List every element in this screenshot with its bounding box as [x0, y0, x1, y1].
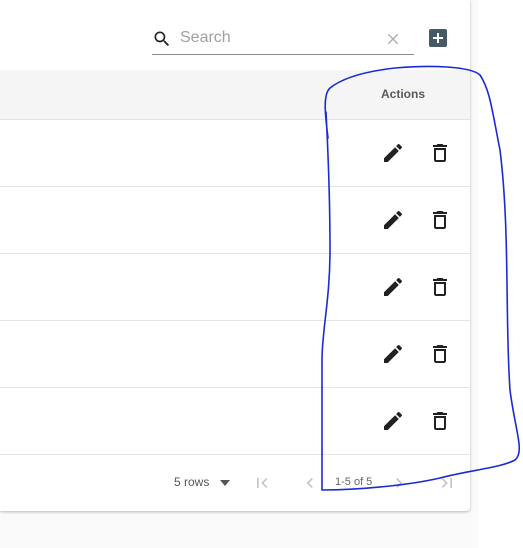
- delete-button[interactable]: [428, 208, 452, 232]
- search-field: [152, 24, 414, 55]
- edit-button[interactable]: [381, 342, 405, 366]
- chevron-right-icon[interactable]: [389, 473, 409, 493]
- table-pagination: 5 rows 1-5 of 5: [0, 456, 470, 511]
- edit-button[interactable]: [381, 275, 405, 299]
- page: Actions: [0, 0, 523, 548]
- delete-button[interactable]: [428, 342, 452, 366]
- table-toolbar: [0, 0, 470, 70]
- delete-button[interactable]: [428, 141, 452, 165]
- delete-button[interactable]: [428, 409, 452, 433]
- table-row: [0, 187, 470, 254]
- add-button[interactable]: [426, 26, 450, 50]
- last-page-icon[interactable]: [437, 473, 457, 493]
- first-page-icon[interactable]: [252, 473, 272, 493]
- edit-button[interactable]: [381, 208, 405, 232]
- rows-per-page-select[interactable]: 5 rows: [174, 475, 209, 489]
- edit-button[interactable]: [381, 409, 405, 433]
- actions-column-header: Actions: [380, 87, 425, 101]
- delete-button[interactable]: [428, 275, 452, 299]
- table-row: [0, 321, 470, 388]
- table-row: [0, 120, 470, 187]
- data-table-card: Actions: [0, 0, 470, 511]
- page-info: 1-5 of 5: [335, 476, 373, 488]
- search-input[interactable]: [180, 26, 380, 50]
- chevron-left-icon[interactable]: [300, 473, 320, 493]
- table-header-row: Actions: [0, 70, 470, 120]
- search-icon: [154, 31, 170, 47]
- caret-down-icon[interactable]: [218, 478, 232, 488]
- edit-button[interactable]: [381, 141, 405, 165]
- table-row: [0, 388, 470, 455]
- table-row: [0, 254, 470, 321]
- close-icon[interactable]: [384, 30, 402, 48]
